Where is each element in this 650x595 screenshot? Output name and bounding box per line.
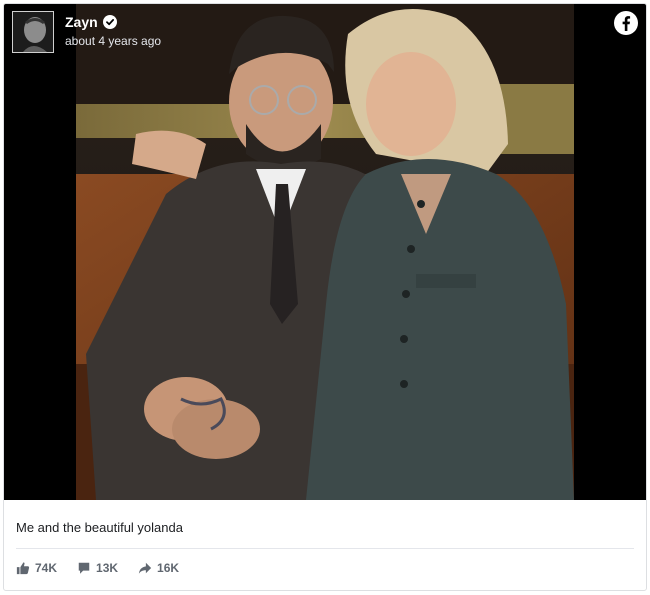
author-name[interactable]: Zayn bbox=[65, 14, 98, 30]
facebook-post-card: Zayn about 4 years ago Me and the beauti… bbox=[3, 3, 647, 591]
shares-count: 16K bbox=[157, 561, 180, 575]
avatar[interactable] bbox=[12, 11, 54, 53]
comment-icon bbox=[78, 562, 90, 574]
likes-count: 74K bbox=[35, 561, 58, 575]
comments-count: 13K bbox=[96, 561, 119, 575]
post-time[interactable]: about 4 years ago bbox=[65, 34, 161, 48]
facebook-icon[interactable] bbox=[614, 11, 638, 35]
post-photo bbox=[76, 4, 574, 500]
verified-badge-icon bbox=[102, 15, 117, 29]
shares-stat[interactable]: 16K bbox=[138, 561, 179, 575]
post-caption: Me and the beautiful yolanda bbox=[16, 520, 183, 535]
likes-stat[interactable]: 74K bbox=[16, 561, 57, 575]
comments-stat[interactable]: 13K bbox=[77, 561, 118, 575]
avatar-image bbox=[13, 12, 53, 52]
thumbs-up-icon bbox=[16, 562, 30, 575]
post-header: Zayn about 4 years ago bbox=[4, 4, 646, 64]
divider bbox=[16, 548, 634, 549]
author-row: Zayn bbox=[65, 14, 117, 30]
engagement-stats: 74K 13K 16K bbox=[16, 561, 179, 575]
share-arrow-icon bbox=[138, 562, 152, 574]
post-media[interactable]: Zayn about 4 years ago bbox=[4, 4, 646, 500]
